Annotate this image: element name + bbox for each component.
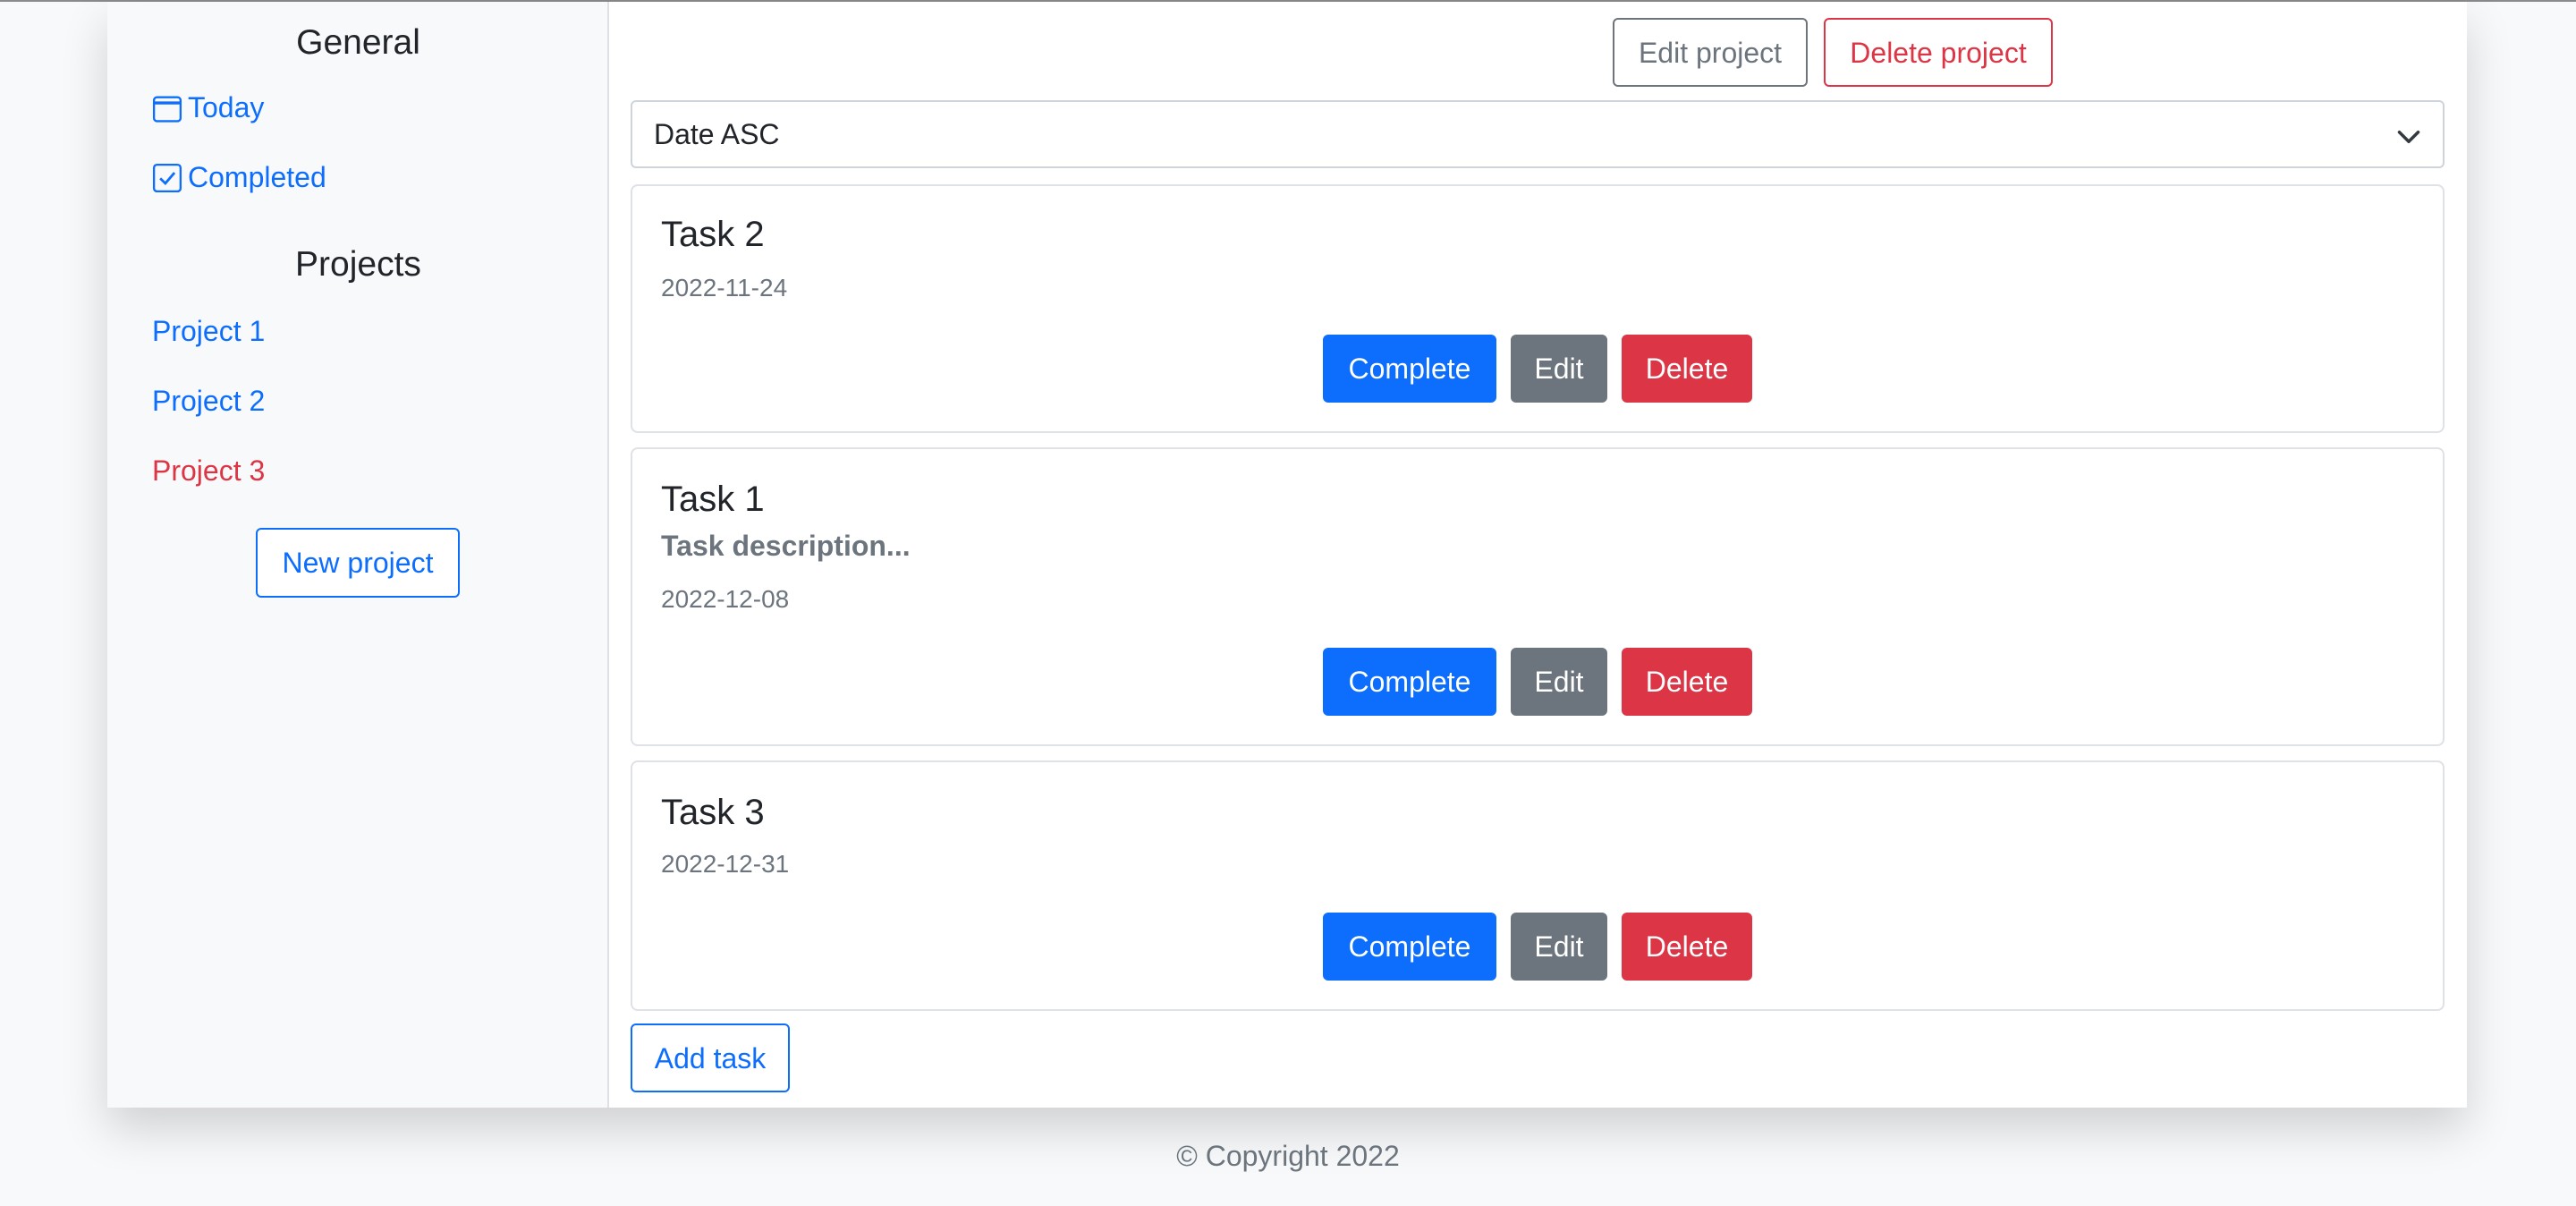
complete-button[interactable]: Complete — [1323, 335, 1496, 403]
app-container: General Today Completed Projects Project… — [107, 2, 2467, 1108]
sidebar-link-label: Today — [188, 91, 265, 123]
sidebar-link-completed[interactable]: Completed — [152, 161, 326, 194]
complete-button[interactable]: Complete — [1323, 648, 1496, 716]
add-task-button[interactable]: Add task — [631, 1023, 790, 1092]
sidebar-item-project-2[interactable]: Project 2 — [152, 385, 265, 418]
task-title: Task 3 — [661, 793, 765, 832]
sidebar-item-project-3[interactable]: Project 3 — [152, 454, 265, 488]
sidebar: General Today Completed Projects Project… — [107, 2, 609, 1108]
task-card: Task 2 2022-11-24 Complete Edit Delete — [631, 184, 2445, 433]
task-actions: Complete Edit Delete — [632, 335, 2443, 403]
general-heading: General — [296, 23, 420, 62]
task-date: 2022-12-31 — [661, 850, 790, 878]
complete-button[interactable]: Complete — [1323, 913, 1496, 981]
delete-button[interactable]: Delete — [1622, 335, 1752, 403]
projects-heading: Projects — [295, 245, 421, 284]
footer-copyright: © Copyright 2022 — [1176, 1140, 1400, 1172]
sidebar-link-label: Completed — [188, 161, 326, 193]
new-project-button[interactable]: New project — [256, 528, 460, 598]
sort-select[interactable]: Date ASC — [631, 100, 2445, 168]
sort-select-value: Date ASC — [654, 117, 780, 150]
main-content: Edit project Delete project Date ASC Tas… — [609, 2, 2467, 1108]
delete-button[interactable]: Delete — [1622, 648, 1752, 716]
edit-button[interactable]: Edit — [1511, 913, 1607, 981]
task-card: Task 1 Task description... 2022-12-08 Co… — [631, 447, 2445, 746]
chevron-down-icon — [2396, 123, 2421, 157]
task-card: Task 3 2022-12-31 Complete Edit Delete — [631, 760, 2445, 1011]
task-date: 2022-12-08 — [661, 585, 790, 613]
task-title: Task 1 — [661, 480, 765, 519]
calendar-icon — [152, 93, 182, 123]
sidebar-item-project-1[interactable]: Project 1 — [152, 315, 265, 348]
task-actions: Complete Edit Delete — [632, 913, 2443, 981]
check-square-icon — [152, 163, 182, 193]
edit-button[interactable]: Edit — [1511, 335, 1607, 403]
edit-project-button[interactable]: Edit project — [1613, 18, 1808, 87]
task-description: Task description... — [661, 530, 911, 562]
delete-button[interactable]: Delete — [1622, 913, 1752, 981]
sidebar-link-today[interactable]: Today — [152, 91, 264, 124]
task-title: Task 2 — [661, 215, 765, 254]
edit-button[interactable]: Edit — [1511, 648, 1607, 716]
delete-project-button[interactable]: Delete project — [1824, 18, 2053, 87]
task-date: 2022-11-24 — [661, 274, 788, 302]
task-actions: Complete Edit Delete — [632, 648, 2443, 716]
